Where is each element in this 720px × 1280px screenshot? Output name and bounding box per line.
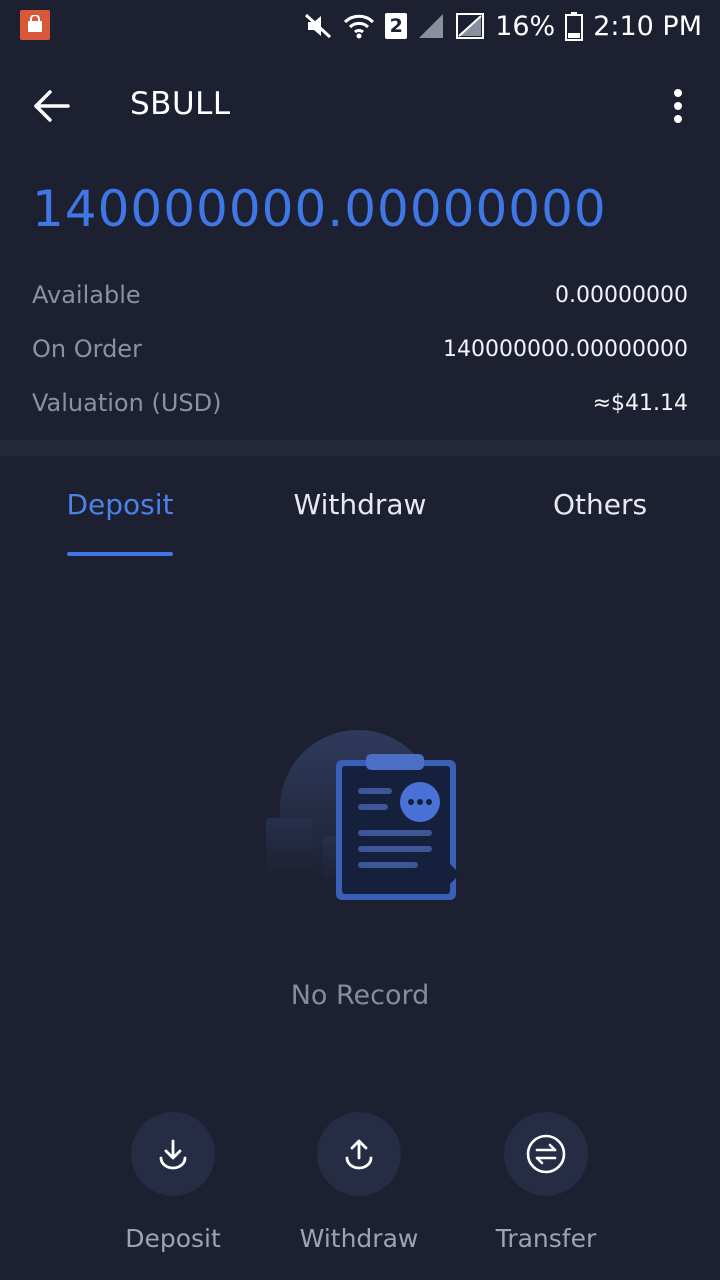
withdraw-action[interactable]: Withdraw [279, 1112, 439, 1253]
section-divider [0, 440, 720, 456]
transfer-icon [526, 1134, 566, 1174]
deposit-button[interactable] [131, 1112, 215, 1196]
transfer-action[interactable]: Transfer [466, 1112, 626, 1253]
history-tabs: Deposit Withdraw Others [0, 456, 720, 560]
download-icon [159, 1139, 187, 1170]
no-signal-icon [455, 12, 485, 40]
empty-clipboard-icon [258, 728, 468, 908]
tab-others[interactable]: Others [540, 488, 660, 521]
back-button[interactable] [30, 84, 74, 128]
deposit-action[interactable]: Deposit [93, 1112, 253, 1253]
status-icons: 2 16% 2:10 PM [303, 8, 702, 44]
signal-icon [417, 12, 445, 40]
app-bar: SBULL [0, 52, 720, 160]
deposit-action-label: Deposit [125, 1224, 221, 1253]
on-order-row: On Order 140000000.00000000 [32, 322, 688, 376]
tab-withdraw[interactable]: Withdraw [280, 488, 440, 521]
screen: 2 16% 2:10 PM SBULL 140000000.00000000 A… [0, 0, 720, 1280]
page-title: SBULL [130, 86, 231, 122]
wifi-icon [343, 12, 375, 40]
upload-icon [345, 1139, 373, 1170]
back-arrow-icon [34, 90, 70, 122]
mute-icon [303, 12, 333, 40]
available-label: Available [32, 281, 141, 309]
active-tab-indicator [67, 552, 173, 556]
action-bar: Deposit Withdraw Transfer [0, 1112, 720, 1280]
valuation-row: Valuation (USD) ≈$41.14 [32, 376, 688, 430]
empty-state-text: No Record [290, 980, 430, 1011]
total-balance: 140000000.00000000 [32, 180, 607, 238]
available-value: 0.00000000 [555, 282, 688, 308]
on-order-value: 140000000.00000000 [443, 336, 688, 362]
on-order-label: On Order [32, 335, 142, 363]
clock: 2:10 PM [593, 10, 702, 42]
transfer-button[interactable] [504, 1112, 588, 1196]
tab-deposit[interactable]: Deposit [60, 488, 180, 521]
app-notification-icon [20, 10, 50, 40]
withdraw-action-label: Withdraw [299, 1224, 419, 1253]
available-row: Available 0.00000000 [32, 268, 688, 322]
battery-icon [565, 11, 584, 41]
more-options-button[interactable] [666, 84, 690, 128]
valuation-value: ≈$41.14 [592, 390, 688, 416]
withdraw-button[interactable] [317, 1112, 401, 1196]
status-bar: 2 16% 2:10 PM [0, 0, 720, 52]
transfer-action-label: Transfer [495, 1224, 597, 1253]
more-vertical-icon [674, 89, 682, 123]
balance-details: Available 0.00000000 On Order 140000000.… [32, 268, 688, 430]
battery-percent: 16% [495, 10, 556, 42]
sim-icon: 2 [385, 13, 408, 39]
valuation-label: Valuation (USD) [32, 389, 222, 417]
